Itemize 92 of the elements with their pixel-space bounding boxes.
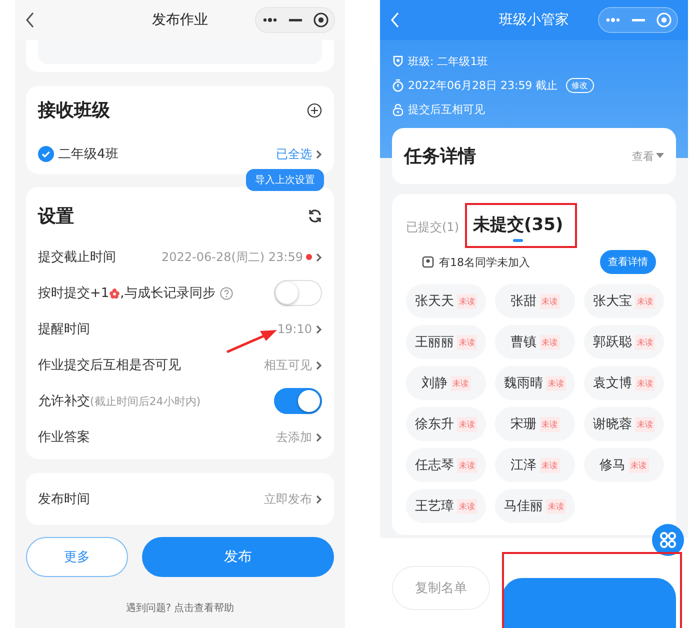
status-tag: 未读	[546, 498, 566, 514]
minimize-icon[interactable]	[288, 18, 302, 22]
flower-icon	[109, 288, 120, 298]
setting-label: 发布时间	[38, 491, 90, 508]
more-icon[interactable]	[262, 17, 278, 23]
shield-icon	[392, 55, 404, 67]
back-icon[interactable]	[25, 12, 35, 28]
help-link[interactable]: 遇到问题? 点击查看帮助	[15, 601, 345, 615]
selection-status[interactable]: 已全选	[276, 146, 312, 162]
status-tag: 未读	[540, 416, 560, 432]
section-heading: 接收班级	[38, 99, 110, 122]
student-name: 宋珊	[510, 416, 536, 433]
edit-badge[interactable]: 修改	[566, 78, 594, 92]
notice-text: 有18名同学未加入	[439, 254, 530, 270]
status-tag: 未读	[540, 458, 560, 472]
view-toggle[interactable]: 查看	[632, 148, 654, 164]
status-tag: 未读	[457, 498, 477, 514]
setting-value[interactable]: 相互可见	[264, 356, 312, 374]
tooltip: 导入上次设置	[246, 169, 324, 191]
student-name: 魏雨晴	[504, 375, 543, 392]
add-icon[interactable]	[307, 102, 322, 118]
copy-button[interactable]: 复制名单	[392, 566, 490, 610]
status-tag: 未读	[540, 294, 560, 308]
status-tag: 未读	[628, 458, 648, 472]
student-name: 谢晓蓉	[593, 416, 632, 433]
student-name: 张天天	[415, 293, 454, 310]
status-tag: 未读	[457, 334, 477, 350]
status-tag: 未读	[450, 376, 470, 390]
chevron-right-icon	[316, 432, 322, 442]
stopwatch-icon	[392, 78, 404, 92]
setting-label: 作业提交后互相是否可见	[38, 357, 181, 374]
float-icon[interactable]	[652, 524, 684, 556]
student-name: 郭跃聪	[593, 334, 632, 351]
chevron-right-icon	[316, 360, 322, 370]
setting-label: 提醒时间	[38, 321, 90, 338]
setting-label: 允许补交	[38, 393, 90, 410]
user-icon	[422, 256, 434, 268]
student-name: 张大宝	[593, 293, 632, 310]
info-text: 班级: 二年级1班	[408, 54, 488, 68]
close-icon[interactable]	[312, 12, 328, 28]
checkbox[interactable]	[38, 146, 54, 162]
setting-value[interactable]: 2022-06-28(周二) 23:59	[162, 248, 303, 266]
setting-label: 作业答案	[38, 429, 90, 446]
setting-value[interactable]: 去添加	[276, 428, 312, 446]
tab[interactable]: 未提交(35)	[469, 209, 568, 244]
student-name: 王艺璋	[415, 498, 454, 515]
page-title: 发布作业	[151, 11, 209, 29]
page-title: 班级小管家	[498, 11, 570, 29]
student-name: 张甜	[510, 293, 536, 310]
chevron-right-icon	[316, 252, 322, 262]
refresh-icon[interactable]	[308, 209, 322, 223]
info-text: 2022年06月28日 23:59 截止	[408, 78, 558, 92]
status-tag: 未读	[546, 376, 566, 390]
setting-label: 按时提交+1	[38, 285, 110, 302]
status-tag: 未读	[457, 294, 477, 308]
student-name: 任志琴	[415, 457, 454, 474]
help-icon[interactable]	[220, 286, 234, 300]
student-name: 马佳丽	[504, 498, 543, 515]
details-button[interactable]: 查看详情	[600, 250, 656, 274]
more-button[interactable]: 更多	[26, 537, 128, 577]
student-name: 袁文博	[593, 375, 632, 392]
section-heading: 设置	[38, 205, 74, 228]
status-tag: 未读	[457, 458, 477, 472]
status-tag: 未读	[635, 416, 655, 432]
chevron-right-icon	[316, 324, 322, 334]
setting-label: 提交截止时间	[38, 249, 116, 266]
student-name: 王丽丽	[415, 334, 454, 351]
setting-value[interactable]: 立即发布	[264, 490, 312, 508]
chevron-right-icon	[316, 150, 322, 158]
publish-button[interactable]: 发布	[142, 537, 334, 577]
student-name: 徐东升	[415, 416, 454, 433]
setting-label: ,与成长记录同步	[120, 285, 216, 302]
lock-icon	[392, 102, 404, 116]
chevron-right-icon	[316, 494, 322, 504]
tab[interactable]: 已提交(1)	[402, 215, 463, 244]
card-title: 任务详情	[404, 145, 476, 168]
class-name: 二年级4班	[58, 146, 118, 163]
status-tag: 未读	[635, 334, 655, 350]
setting-value[interactable]: 19:10	[277, 322, 312, 336]
capsule-menu[interactable]	[255, 7, 335, 33]
student-name: 修马	[600, 457, 626, 474]
status-tag: 未读	[635, 376, 655, 390]
student-name: 曹镇	[510, 334, 536, 351]
status-tag: 未读	[635, 294, 655, 308]
status-tag: 未读	[540, 334, 560, 350]
caret-icon	[656, 153, 664, 159]
student-name: 江泽	[510, 457, 536, 474]
info-text: 提交后互相可见	[408, 102, 485, 116]
setting-note: (截止时间后24小时内)	[90, 394, 201, 408]
status-tag: 未读	[457, 416, 477, 432]
toggle-switch[interactable]	[274, 388, 322, 414]
student-name: 刘静	[422, 375, 448, 392]
